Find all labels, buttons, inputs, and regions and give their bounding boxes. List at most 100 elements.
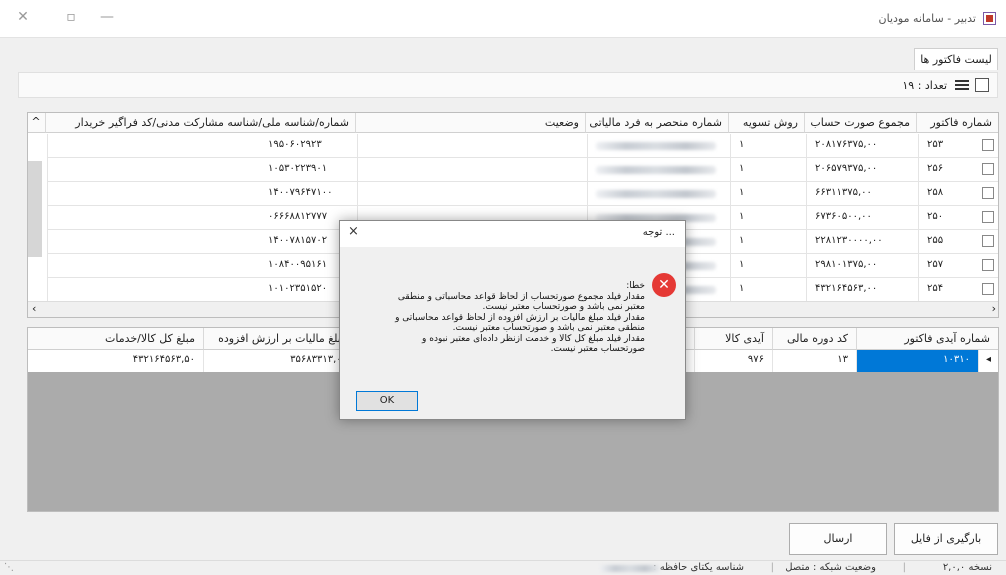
detail-vat-amount[interactable]: ۳۵۶۸۳۳۱۳,۰۰ <box>203 350 355 372</box>
ok-button[interactable]: OK <box>356 391 418 411</box>
cell-total[interactable]: ۴۳۲۱۶۴۵۶۳,۰۰ <box>806 278 918 302</box>
invoice-number-text: ۲۵۷ <box>927 259 944 270</box>
title-bar: ✕ ▫ — تدبیر - سامانه مودیان <box>0 0 1006 38</box>
window-title: تدبیر - سامانه مودیان <box>878 12 976 25</box>
redacted-value <box>596 142 716 150</box>
error-icon: ✕ <box>652 273 676 297</box>
invoice-number-text: ۲۵۳ <box>927 139 944 150</box>
cell-settlement[interactable]: ۱ <box>730 206 806 230</box>
redacted-value <box>596 166 716 174</box>
cell-invoice-number[interactable]: ۲۵۷ <box>918 254 998 278</box>
cell-buyer-id[interactable]: ۱۹۵۰۶۰۲۹۲۳ <box>47 134 357 158</box>
invoice-number-text: ۲۵۴ <box>927 283 944 294</box>
row-checkbox[interactable] <box>982 235 994 247</box>
maximize-window-icon[interactable]: ▫ <box>60 8 82 26</box>
column-header-fiscal-period[interactable]: کد دوره مالی <box>772 328 856 350</box>
dialog-close-icon[interactable]: × <box>348 224 359 239</box>
detail-total-amount[interactable]: ۴۳۲۱۶۴۵۶۳,۵۰ <box>28 350 203 372</box>
upload-from-file-button[interactable]: بارگیری از فایل <box>894 523 998 555</box>
cell-invoice-number[interactable]: ۲۵۳ <box>918 134 998 158</box>
memory-id-label: شناسه یکتای حافظه : <box>653 562 744 573</box>
minimize-window-icon[interactable]: — <box>96 8 118 26</box>
cell-status[interactable] <box>357 182 587 206</box>
send-button[interactable]: ارسال <box>789 523 887 555</box>
cell-total[interactable]: ۲۰۶۵۷۹۳۷۵,۰۰ <box>806 158 918 182</box>
column-header-buyer-id[interactable]: شماره/شناسه ملی/شناسه مشارکت مدنی/کد فرا… <box>45 113 355 133</box>
scroll-right-icon[interactable]: › <box>992 302 996 315</box>
redacted-value <box>596 190 716 198</box>
column-header-invoice-number[interactable]: شماره فاکتور <box>916 113 998 133</box>
invoice-count: تعداد : ۱۹ <box>902 79 947 92</box>
checkbox-list-icon[interactable] <box>975 78 989 92</box>
scroll-left-icon[interactable]: ‹ <box>32 302 36 315</box>
cell-total[interactable]: ۶۷۳۶۰۵۰۰,۰۰ <box>806 206 918 230</box>
list-view-icon[interactable] <box>955 78 969 92</box>
cell-buyer-id[interactable]: ۱۴۰۰۷۸۱۵۷۰۲ <box>47 230 357 254</box>
cell-buyer-id[interactable]: ۰۶۶۶۸۸۱۲۷۷۷ <box>47 206 357 230</box>
column-header-vat-amount[interactable]: مبلغ مالیات بر ارزش افزوده <box>203 328 355 350</box>
version-label: نسخه ۲,۰,۰ <box>942 562 992 573</box>
close-window-icon[interactable]: ✕ <box>12 8 34 26</box>
dialog-message-line: خطا: <box>626 281 645 291</box>
column-header-item-id[interactable]: آیدی کالا <box>694 328 772 350</box>
detail-fiscal-period[interactable]: ۱۳ <box>772 350 856 372</box>
row-checkbox[interactable] <box>982 283 994 295</box>
detail-invoice-id[interactable]: ۱۰۳۱۰ <box>856 350 978 372</box>
cell-invoice-number[interactable]: ۲۵۸ <box>918 182 998 206</box>
cell-invoice-number[interactable]: ۲۵۵ <box>918 230 998 254</box>
dialog-message: خطا: مقدار فیلد مجموع صورتحساب از لحاظ قو… <box>355 281 645 355</box>
row-checkbox[interactable] <box>982 211 994 223</box>
cell-status[interactable] <box>357 134 587 158</box>
cell-invoice-number[interactable]: ۲۵۰ <box>918 206 998 230</box>
column-header-settlement[interactable]: روش تسویه <box>728 113 804 133</box>
row-checkbox[interactable] <box>982 187 994 199</box>
invoice-number-text: ۲۵۵ <box>927 235 944 246</box>
cell-buyer-id[interactable]: ۱۰۵۳۰۲۲۳۹۰۱ <box>47 158 357 182</box>
column-header-total[interactable]: مجموع صورت حساب <box>804 113 916 133</box>
cell-settlement[interactable]: ۱ <box>730 230 806 254</box>
column-header-invoice-id[interactable]: شماره آیدی فاکتور <box>856 328 998 350</box>
cell-tax-id-blurred[interactable] <box>587 182 730 206</box>
resize-grip-icon[interactable]: ⋰ <box>4 562 14 573</box>
column-header-total-amount[interactable]: مبلغ کل کالا/خدمات <box>28 328 203 350</box>
row-checkbox[interactable] <box>982 259 994 271</box>
cell-tax-id-blurred[interactable] <box>587 134 730 158</box>
dialog-message-line: مقدار فیلد مبلغ مالیات بر ارزش افزوده از… <box>395 312 645 323</box>
invoice-number-text: ۲۵۰ <box>927 211 944 222</box>
cell-invoice-number[interactable]: ۲۵۶ <box>918 158 998 182</box>
cell-buyer-id[interactable]: ۱۰۸۴۰۰۹۵۱۶۱ <box>47 254 357 278</box>
dialog-message-line: مقدار فیلد مبلغ کل کالا و خدمت ازنظر داد… <box>422 333 645 344</box>
detail-item-id[interactable]: ۹۷۶ <box>694 350 772 372</box>
dialog-message-line: معتبر نمی باشد و صورتحساب معتبر نیست. <box>482 302 646 312</box>
cell-settlement[interactable]: ۱ <box>730 134 806 158</box>
cell-total[interactable]: ۶۶۳۱۱۳۷۵,۰۰ <box>806 182 918 206</box>
cell-settlement[interactable]: ۱ <box>730 278 806 302</box>
cell-tax-id-blurred[interactable] <box>587 158 730 182</box>
cell-total[interactable]: ۲۰۸۱۷۶۳۷۵,۰۰ <box>806 134 918 158</box>
invoice-number-text: ۲۵۶ <box>927 163 944 174</box>
status-bar: نسخه ۲,۰,۰ | وضعیت شبکه : متصل | شناسه ی… <box>0 560 1006 575</box>
column-header-status[interactable]: وضعیت <box>355 113 585 133</box>
cell-invoice-number[interactable]: ۲۵۴ <box>918 278 998 302</box>
cell-buyer-id[interactable]: ۱۰۱۰۲۳۵۱۵۲۰ <box>47 278 357 302</box>
row-checkbox[interactable] <box>982 139 994 151</box>
invoice-number-text: ۲۵۸ <box>927 187 944 198</box>
cell-settlement[interactable]: ۱ <box>730 254 806 278</box>
cell-total[interactable]: ۲۲۸۱۲۳۰۰۰۰,۰۰ <box>806 230 918 254</box>
dialog-message-line: صورتحساب معتبر نیست. <box>550 344 645 354</box>
cell-settlement[interactable]: ۱ <box>730 158 806 182</box>
cell-status[interactable] <box>357 158 587 182</box>
scroll-up-icon[interactable]: ^ <box>28 113 45 133</box>
cell-buyer-id[interactable]: ۱۴۰۰۷۹۶۴۷۱۰۰ <box>47 182 357 206</box>
error-dialog: ... توجه × ✕ خطا: مقدار فیلد مجموع صورتحس… <box>339 220 686 420</box>
column-header-tax-id[interactable]: شماره منحصر به فرد مالیاتی <box>585 113 728 133</box>
tab-invoice-list[interactable]: لیست فاکتور ها <box>914 48 998 70</box>
cell-settlement[interactable]: ۱ <box>730 182 806 206</box>
app-icon <box>983 12 996 25</box>
row-checkbox[interactable] <box>982 163 994 175</box>
row-indicator-icon: ◂ <box>978 350 998 372</box>
network-status: وضعیت شبکه : متصل <box>785 562 876 573</box>
status-separator: | <box>902 562 906 573</box>
memory-id-value-blurred <box>600 565 660 572</box>
cell-total[interactable]: ۲۹۸۱۰۱۳۷۵,۰۰ <box>806 254 918 278</box>
